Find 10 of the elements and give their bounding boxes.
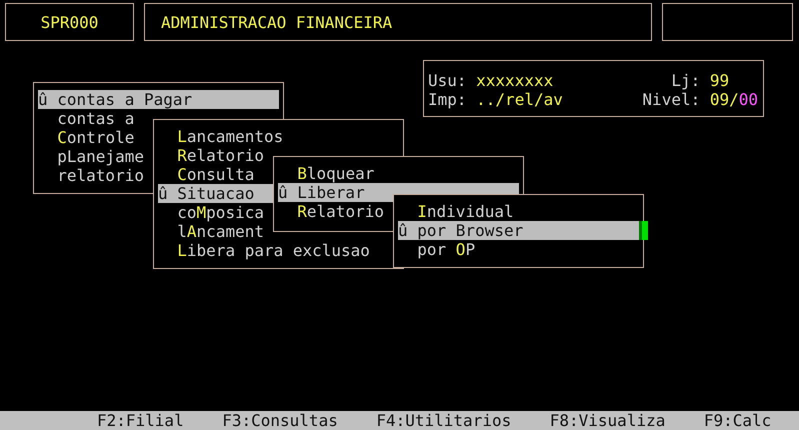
program-code: SPR000 — [40, 12, 98, 32]
info-value: xxxxxxxx — [476, 71, 554, 90]
info-value: 99 — [710, 71, 730, 90]
info-label: Imp: — [428, 90, 467, 109]
info-value: ../rel/av — [476, 90, 563, 109]
screen-title: ADMINISTRACAO FINANCEIRA — [161, 12, 392, 32]
info-label: Nivel: — [642, 90, 700, 109]
info-label: Lj: — [671, 71, 700, 90]
info-value: 09/00 — [710, 90, 758, 109]
info-label: Usu: — [428, 71, 467, 90]
